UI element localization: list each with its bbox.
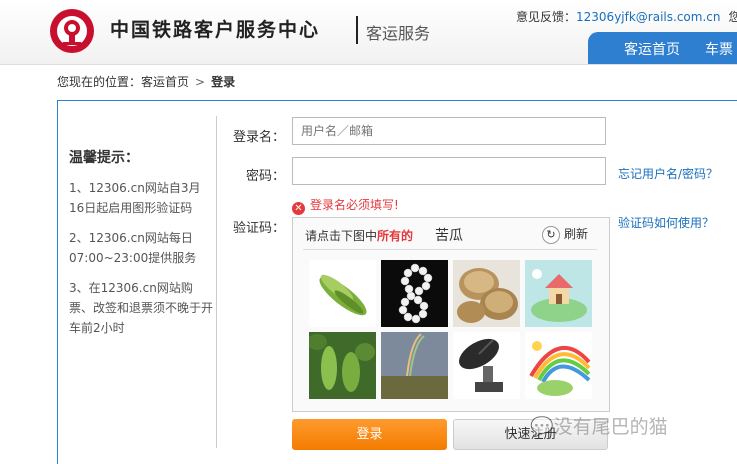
watermark: 💬没有尾巴的猫: [530, 412, 668, 439]
refresh-icon: ↻: [542, 226, 560, 244]
error-text: 登录名必须填写!: [310, 198, 399, 212]
breadcrumb-current: 登录: [211, 75, 236, 89]
username-input[interactable]: [292, 117, 606, 145]
nav-item-home[interactable]: 客运首页: [624, 39, 680, 59]
refresh-label: 刷新: [564, 227, 589, 241]
captcha-tile-rainbow-field[interactable]: [381, 332, 448, 399]
breadcrumb-home-link[interactable]: 客运首页: [141, 75, 189, 89]
main-nav: 客运首页 车票: [588, 32, 737, 64]
captcha-divider: [303, 249, 597, 250]
railway-logo-icon: [50, 9, 94, 53]
tip-item: 1、12306.cn网站自3月16日起启用图形验证码: [69, 181, 201, 215]
captcha-target-word: 苦瓜: [435, 228, 463, 244]
captcha-prompt: 请点击下图中所有的: [305, 227, 413, 244]
title-divider: [356, 16, 358, 44]
panel-divider: [216, 116, 217, 448]
login-button[interactable]: 登录: [292, 419, 447, 450]
breadcrumb-separator: >: [195, 75, 206, 89]
breadcrumb: 您现在的位置：客运首页 > 登录: [57, 73, 235, 90]
captcha-tile-bitter-melon-vine[interactable]: [309, 332, 376, 399]
wechat-icon: 💬: [530, 416, 554, 438]
tip-item: 3、在12306.cn网站购票、改签和退票须不晚于开车前2小时: [69, 281, 214, 335]
captcha-tile-cartoon-rainbow[interactable]: [525, 332, 592, 399]
site-subtitle: 客运服务: [366, 24, 431, 43]
feedback-email-link[interactable]: 12306yjfk@rails.com.cn: [576, 10, 720, 24]
tip-item: 2、12306.cn网站每日07:00~23:00提供服务: [69, 231, 197, 265]
captcha-tile-cartoon-house[interactable]: [525, 260, 592, 327]
error-icon: ✕: [292, 202, 305, 215]
site-title: 中国铁路客户服务中心: [110, 19, 321, 41]
username-label: 登录名：: [233, 130, 286, 145]
password-input[interactable]: [292, 157, 606, 185]
nav-item-tickets[interactable]: 车票: [705, 39, 733, 59]
captcha-tile-bitter-melon[interactable]: [309, 260, 376, 327]
tips-title: 温馨提示：: [69, 150, 139, 166]
captcha-label: 验证码：: [233, 221, 286, 236]
greeting: 您好: [728, 10, 737, 24]
captcha-tile-radar-dish[interactable]: [453, 332, 520, 399]
captcha-box: 请点击下图中所有的 苦瓜 ↻ 刷新: [292, 217, 610, 412]
forgot-password-link[interactable]: 忘记用户名/密码？: [618, 165, 718, 182]
breadcrumb-prefix: 您现在的位置：: [57, 75, 142, 89]
captcha-refresh-button[interactable]: ↻ 刷新: [542, 225, 588, 244]
captcha-help-link[interactable]: 验证码如何使用？: [618, 214, 714, 231]
captcha-tile-bamboo-steamer[interactable]: [453, 260, 520, 327]
captcha-prompt-text: 请点击下图中: [305, 229, 378, 243]
password-label: 密码：: [246, 169, 286, 184]
site-header: 中国铁路客户服务中心 客运服务 意见反馈：12306yjfk@rails.com…: [0, 0, 737, 65]
feedback-bar: 意见反馈：12306yjfk@rails.com.cn 您好: [516, 8, 737, 25]
captcha-tile-pearl-necklace[interactable]: [381, 260, 448, 327]
watermark-text: 没有尾巴的猫: [553, 416, 668, 438]
captcha-prompt-emphasis: 所有的: [377, 229, 414, 243]
feedback-label: 意见反馈：: [516, 10, 577, 24]
username-error: ✕ 登录名必须填写!: [292, 196, 399, 215]
